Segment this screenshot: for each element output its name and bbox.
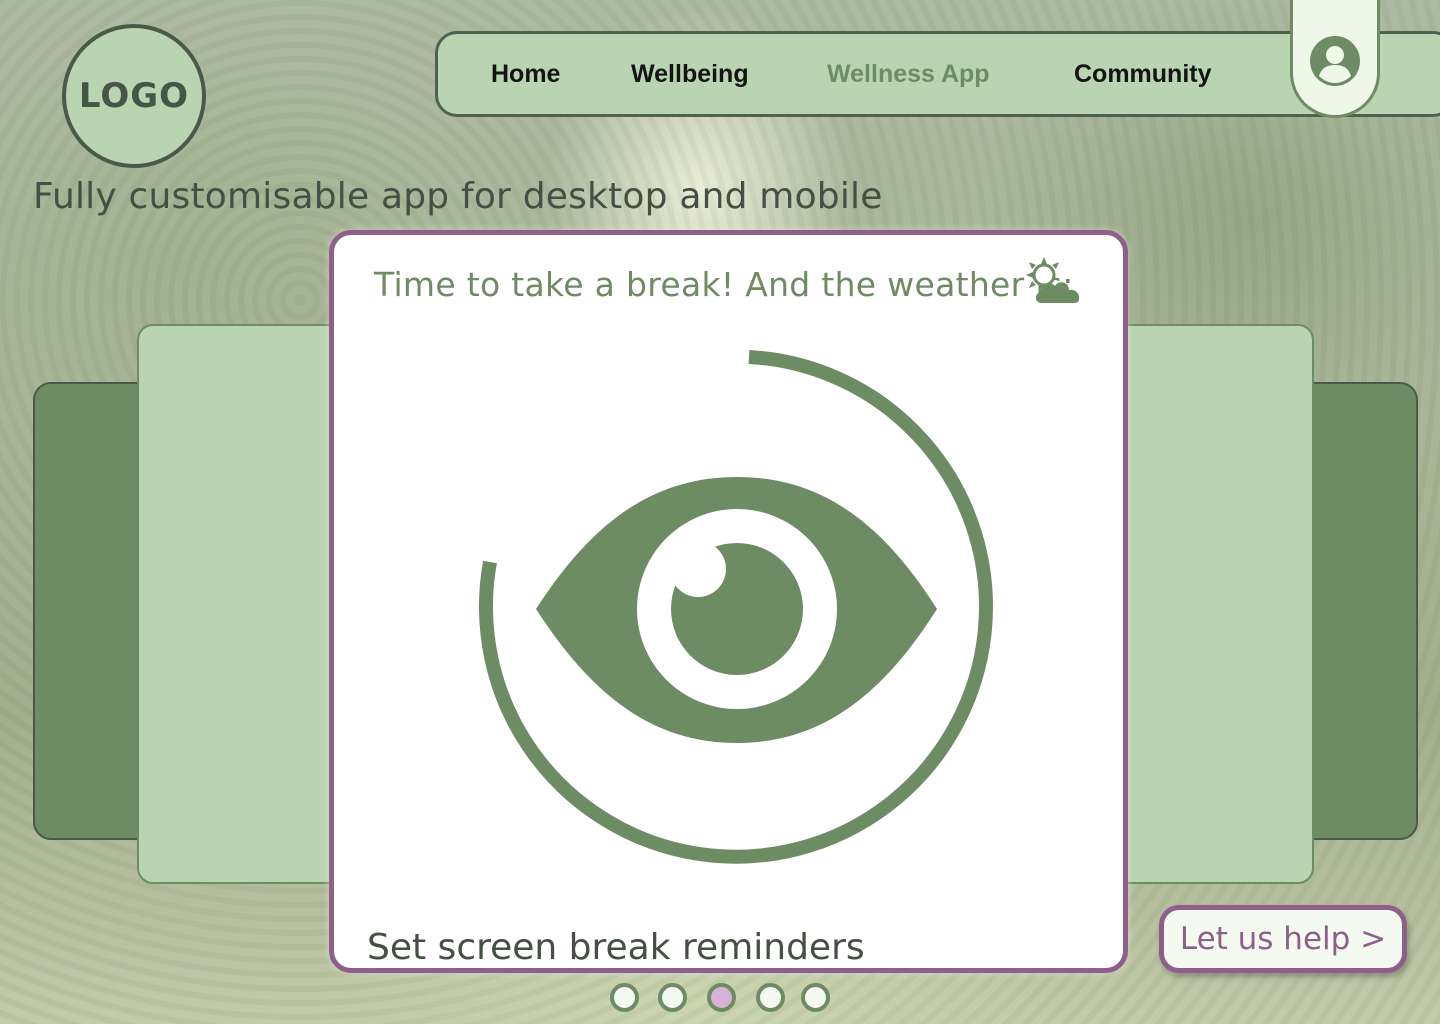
nav-item-wellbeing[interactable]: Wellbeing — [631, 60, 749, 89]
let-us-help-label: Let us help > — [1179, 921, 1387, 957]
let-us-help-button[interactable]: Let us help > — [1159, 905, 1407, 973]
user-circle-icon — [1310, 36, 1360, 86]
pagination-dot-3-active[interactable] — [707, 983, 736, 1012]
pagination-dot-4[interactable] — [756, 983, 785, 1012]
nav-item-wellness-app[interactable]: Wellness App — [827, 60, 990, 89]
profile-button[interactable] — [1290, 0, 1380, 118]
sun-behind-cloud-icon — [1026, 257, 1080, 303]
eye-icon — [479, 350, 993, 864]
page-tagline: Fully customisable app for desktop and m… — [33, 176, 883, 217]
nav-item-community[interactable]: Community — [1074, 60, 1212, 89]
pagination-dot-1[interactable] — [610, 983, 639, 1012]
card-heading: Time to take a break! And the weather is… — [374, 265, 1074, 304]
carousel-card-active[interactable]: Time to take a break! And the weather is… — [329, 230, 1128, 973]
logo-text: LOGO — [78, 76, 190, 116]
logo[interactable]: LOGO — [62, 24, 206, 168]
nav-item-home[interactable]: Home — [491, 60, 560, 89]
card-caption: Set screen break reminders — [367, 927, 865, 968]
pagination-dot-5[interactable] — [801, 983, 830, 1012]
pagination-dot-2[interactable] — [658, 983, 687, 1012]
